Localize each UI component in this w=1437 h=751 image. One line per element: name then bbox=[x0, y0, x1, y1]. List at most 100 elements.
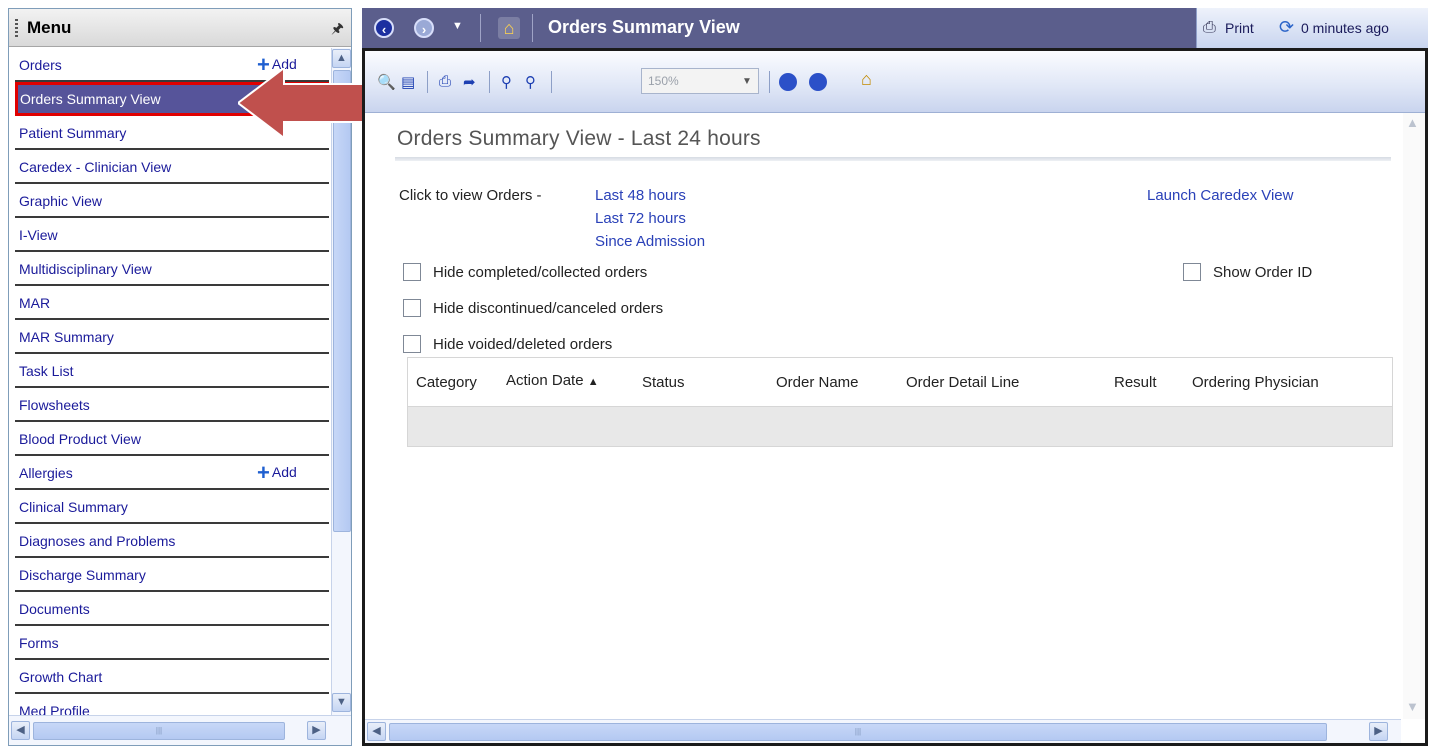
scroll-up-icon[interactable]: ▲ bbox=[332, 49, 351, 68]
home-icon[interactable]: ⌂ bbox=[861, 69, 872, 90]
hide-discontinued-checkbox[interactable] bbox=[403, 299, 421, 317]
menu-item-blood-product-view[interactable]: Blood Product View bbox=[15, 422, 329, 456]
zoom-out-icon[interactable]: ⚲ bbox=[501, 73, 512, 91]
menu-item-label: Orders Summary View bbox=[20, 91, 161, 107]
show-order-id-checkbox[interactable] bbox=[1183, 263, 1201, 281]
forward-icon[interactable]: › bbox=[414, 18, 434, 38]
menu-item-label: Allergies bbox=[19, 465, 73, 481]
last-refresh-label: 0 minutes ago bbox=[1301, 20, 1389, 36]
find-icon[interactable]: 🔍 bbox=[377, 73, 396, 91]
print-button[interactable]: Print bbox=[1225, 20, 1254, 36]
menu-vertical-scrollbar[interactable]: ▲ ▼ bbox=[331, 48, 351, 715]
menu-item-label: Flowsheets bbox=[19, 397, 90, 413]
pin-icon[interactable]: 🖈 bbox=[331, 18, 344, 42]
zoom-select[interactable]: 150% ▼ bbox=[641, 68, 759, 94]
add-label: Add bbox=[271, 464, 297, 480]
page-title: Orders Summary View - Last 24 hours bbox=[397, 127, 761, 150]
menu-item-label: Med Profile bbox=[19, 703, 90, 715]
launch-caredex-view-link[interactable]: Launch Caredex View bbox=[1147, 187, 1293, 204]
column-header-order-detail-line[interactable]: Order Detail Line bbox=[906, 374, 1019, 391]
menu-item-label: Diagnoses and Problems bbox=[19, 533, 176, 549]
separator bbox=[551, 71, 552, 93]
column-header-result[interactable]: Result bbox=[1114, 374, 1157, 391]
title-divider bbox=[395, 157, 1391, 161]
menu-item-mar-summary[interactable]: MAR Summary bbox=[15, 320, 329, 354]
menu-item-clinical-summary[interactable]: Clinical Summary bbox=[15, 490, 329, 524]
column-header-order-name[interactable]: Order Name bbox=[776, 374, 859, 391]
view-title: Orders Summary View bbox=[548, 17, 740, 37]
separator bbox=[427, 71, 428, 93]
column-header-category[interactable]: Category bbox=[416, 374, 477, 391]
view-header-bar: ‹ › ▼ ⌂ Orders Summary View ⎙ Print ⟳ 0 … bbox=[362, 8, 1428, 48]
column-header-action-date[interactable]: Action Date ▲ bbox=[506, 372, 599, 389]
print-preview-icon[interactable]: ⎙ bbox=[439, 73, 451, 90]
menu-item-multidisciplinary-view[interactable]: Multidisciplinary View bbox=[15, 252, 329, 286]
document-toolbar: 🔍 ▤ ⎙ ➦ ⚲ ⚲ 150% ▼ ⌂ bbox=[365, 51, 1425, 113]
hide-voided-label: Hide voided/deleted orders bbox=[433, 336, 613, 353]
menu-item-graphic-view[interactable]: Graphic View bbox=[15, 184, 329, 218]
menu-item-diagnoses-and-problems[interactable]: Diagnoses and Problems bbox=[15, 524, 329, 558]
menu-item-label: Caredex - Clinician View bbox=[19, 159, 172, 175]
menu-item-flowsheets[interactable]: Flowsheets bbox=[15, 388, 329, 422]
scroll-left-icon[interactable]: ◀ bbox=[367, 722, 386, 741]
menu-item-label: Discharge Summary bbox=[19, 567, 146, 583]
printer-icon[interactable]: ⎙ bbox=[1203, 19, 1216, 37]
menu-item-label: Multidisciplinary View bbox=[19, 261, 152, 277]
menu-item-mar[interactable]: MAR bbox=[15, 286, 329, 320]
menu-item-task-list[interactable]: Task List bbox=[15, 354, 329, 388]
show-order-id-label: Show Order ID bbox=[1213, 264, 1313, 281]
scroll-down-icon[interactable]: ▼ bbox=[1406, 699, 1419, 714]
hide-completed-checkbox[interactable] bbox=[403, 263, 421, 281]
content-horizontal-scrollbar[interactable]: ◀ ||| ▶ bbox=[365, 719, 1401, 743]
menu-item-label: Orders bbox=[19, 57, 62, 73]
scroll-up-icon[interactable]: ▲ bbox=[1406, 115, 1419, 130]
menu-item-med-profile[interactable]: Med Profile bbox=[15, 694, 329, 715]
scroll-left-icon[interactable]: ◀ bbox=[11, 721, 30, 740]
separator bbox=[769, 71, 770, 93]
scroll-thumb[interactable]: ||| bbox=[33, 722, 285, 740]
menu-item-label: Clinical Summary bbox=[19, 499, 128, 515]
menu-item-i-view[interactable]: I-View bbox=[15, 218, 329, 252]
column-header-status[interactable]: Status bbox=[642, 374, 685, 391]
sort-ascending-icon: ▲ bbox=[587, 376, 599, 388]
next-page-icon[interactable] bbox=[809, 73, 827, 91]
zoom-in-icon[interactable]: ⚲ bbox=[525, 73, 536, 91]
scroll-thumb[interactable]: ||| bbox=[389, 723, 1327, 741]
menu-item-allergies[interactable]: Allergies + Add bbox=[15, 456, 329, 490]
grip-icon[interactable] bbox=[15, 19, 18, 37]
last-72-hours-link[interactable]: Last 72 hours bbox=[595, 210, 686, 227]
menu-item-growth-chart[interactable]: Growth Chart bbox=[15, 660, 329, 694]
menu-item-documents[interactable]: Documents bbox=[15, 592, 329, 626]
grid-body-empty bbox=[407, 407, 1393, 447]
since-admission-link[interactable]: Since Admission bbox=[595, 233, 705, 250]
history-dropdown-icon[interactable]: ▼ bbox=[452, 20, 463, 32]
menu-item-label: Graphic View bbox=[19, 193, 103, 209]
last-48-hours-link[interactable]: Last 48 hours bbox=[595, 187, 686, 204]
refresh-icon[interactable]: ⟳ bbox=[1279, 17, 1294, 38]
scroll-right-icon[interactable]: ▶ bbox=[307, 721, 326, 740]
scroll-down-icon[interactable]: ▼ bbox=[332, 693, 351, 712]
menu-item-label: Forms bbox=[19, 635, 59, 651]
previous-page-icon[interactable] bbox=[779, 73, 797, 91]
menu-horizontal-scrollbar[interactable]: ◀ ||| ▶ bbox=[9, 715, 351, 745]
add-allergies-button[interactable]: + Add bbox=[257, 460, 297, 486]
back-icon[interactable]: ‹ bbox=[374, 18, 394, 38]
page-icon[interactable]: ▤ bbox=[401, 73, 415, 91]
menu-item-discharge-summary[interactable]: Discharge Summary bbox=[15, 558, 329, 592]
menu-item-forms[interactable]: Forms bbox=[15, 626, 329, 660]
menu-item-caredex-clinician-view[interactable]: Caredex - Clinician View bbox=[15, 150, 329, 184]
menu-item-label: I-View bbox=[19, 227, 58, 243]
scroll-right-icon[interactable]: ▶ bbox=[1369, 722, 1388, 741]
plus-icon: + bbox=[257, 460, 270, 485]
menu-item-label: MAR Summary bbox=[19, 329, 114, 345]
hide-voided-checkbox[interactable] bbox=[403, 335, 421, 353]
separator bbox=[489, 71, 490, 93]
menu-header: Menu 🖈 bbox=[9, 9, 351, 47]
export-icon[interactable]: ➦ bbox=[463, 73, 476, 91]
scroll-thumb[interactable] bbox=[333, 70, 351, 532]
home-icon[interactable]: ⌂ bbox=[498, 17, 520, 39]
hide-discontinued-label: Hide discontinued/canceled orders bbox=[433, 300, 664, 317]
column-header-ordering-physician[interactable]: Ordering Physician bbox=[1192, 374, 1319, 391]
content-vertical-scrollbar[interactable]: ▲ ▼ bbox=[1403, 113, 1425, 719]
menu-item-label: Blood Product View bbox=[19, 431, 141, 447]
